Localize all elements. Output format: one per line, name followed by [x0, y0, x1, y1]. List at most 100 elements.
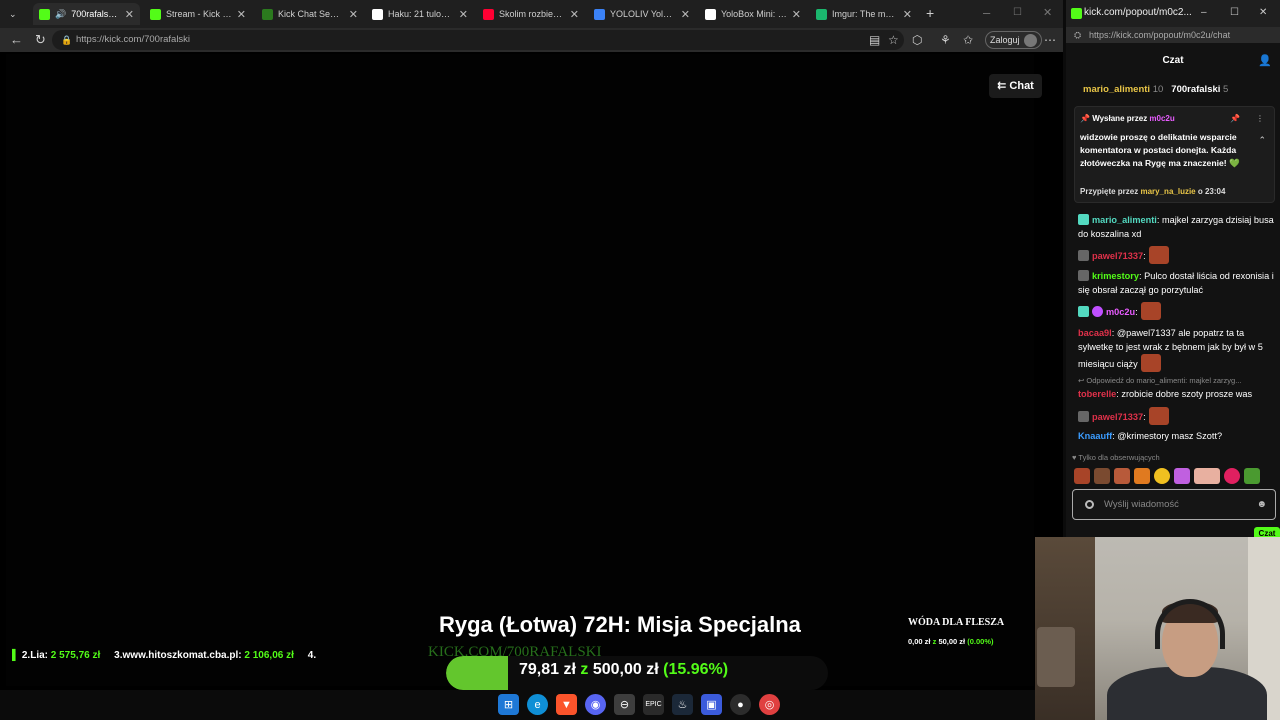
- leader-amount: 2 575,76 zł: [50, 650, 101, 661]
- app-icon[interactable]: ▣: [701, 694, 722, 715]
- tab-yolobox-mini[interactable]: YoloBox Mini: Portab ✕: [699, 3, 807, 25]
- chat-message-input[interactable]: Wyślij wiadomość ☻: [1072, 489, 1276, 520]
- tab-list-icon[interactable]: ⌄: [9, 6, 17, 22]
- reload-icon[interactable]: ↻: [35, 32, 46, 48]
- kick-favicon-icon: [262, 8, 273, 20]
- more-menu-icon[interactable]: ⋯: [1044, 33, 1056, 47]
- url-field[interactable]: 🔒 https://kick.com/700rafalski: [52, 30, 904, 50]
- steam-icon[interactable]: ♨: [672, 694, 693, 715]
- reply-context[interactable]: ↩ Odpowiedź do mario_alimenti: majkel za…: [1078, 376, 1276, 385]
- favorites-bar-icon[interactable]: ✩: [963, 33, 973, 47]
- site-info-icon[interactable]: 🔒: [61, 30, 72, 50]
- leader-amount: 2 106,06 zł: [244, 650, 294, 661]
- chrome-icon[interactable]: ◎: [759, 694, 780, 715]
- tab-imgur[interactable]: Imgur: The magic of ✕: [810, 3, 918, 25]
- moderator-badge-icon: [1078, 270, 1089, 281]
- pinned-header: 📌 Wysłane przez m0c2u: [1080, 114, 1175, 123]
- chat-message: Knaauff: @krimestory masz Szott?: [1078, 431, 1223, 441]
- pin-icon: 📌: [1080, 114, 1090, 123]
- chat-url-field[interactable]: ⛭ https://kick.com/popout/m0c2u/chat: [1066, 27, 1280, 43]
- emote-icon[interactable]: [1094, 468, 1110, 484]
- brave-icon[interactable]: ▼: [556, 694, 577, 715]
- emote-icon[interactable]: [1074, 468, 1090, 484]
- kick-favicon-icon: [39, 8, 50, 20]
- close-window-icon[interactable]: ✕: [1043, 5, 1052, 21]
- leader-rank: 3.: [114, 650, 123, 661]
- secondary-goal-progress: 0,00 zł z 50,00 zł (0.00%): [908, 637, 994, 646]
- more-options-icon[interactable]: ⋮: [1256, 114, 1264, 123]
- maximize-icon[interactable]: ☐: [1013, 5, 1022, 21]
- edge-icon[interactable]: e: [527, 694, 548, 715]
- subscriber-badge-icon: [1078, 306, 1089, 317]
- tab-kick-dashboard[interactable]: Stream - Kick Dashboard ✕: [144, 3, 252, 25]
- site-info-icon[interactable]: ⛭: [1074, 27, 1081, 43]
- top-gifters: mario_alimenti 10 700rafalski 5: [1083, 84, 1229, 95]
- kick-favicon-icon: [1071, 8, 1082, 19]
- youtube-favicon-icon: [483, 8, 494, 20]
- tab-haku[interactable]: Haku: 21 tulosta haku ✕: [366, 3, 474, 25]
- user-settings-icon[interactable]: 👤: [1258, 50, 1272, 72]
- app-icon[interactable]: ⊖: [614, 694, 635, 715]
- emote-icon[interactable]: [1174, 468, 1190, 484]
- tab-kick-chat-search[interactable]: Kick Chat Search ✕: [256, 3, 364, 25]
- stream-overlay-title: Ryga (Łotwa) 72H: Misja Specjalna: [439, 612, 801, 637]
- emoji-picker-icon[interactable]: ☻: [1256, 490, 1267, 519]
- chat-identity-icon[interactable]: [1085, 500, 1094, 509]
- donation-goal-text: 79,81 zł z 500,00 zł (15.96%): [519, 661, 729, 678]
- emote-icon[interactable]: [1114, 468, 1130, 484]
- emote-icon: [1148, 407, 1169, 425]
- emote-icon: [1140, 302, 1161, 320]
- chat-message: krimestory: Pulco dostał liścia od rexon…: [1078, 270, 1274, 295]
- chat-message: pawel71337:: [1078, 246, 1276, 264]
- windows-start-icon[interactable]: ⊞: [498, 694, 519, 715]
- collections-icon[interactable]: ⚘: [940, 33, 951, 47]
- epic-games-icon[interactable]: EPIC: [643, 694, 664, 715]
- taskbar: ⊞ e ▼ ◉ ⊖ EPIC ♨ ▣ ● ◎: [498, 694, 780, 716]
- close-tab-icon[interactable]: ✕: [237, 8, 246, 21]
- close-tab-icon[interactable]: ✕: [349, 8, 358, 21]
- video-player[interactable]: [6, 54, 1034, 686]
- back-icon[interactable]: ←: [10, 32, 23, 48]
- favorite-star-icon[interactable]: ☆: [888, 33, 899, 47]
- discord-icon[interactable]: ◉: [585, 694, 606, 715]
- tab-strip: ⌄ 🔊 700rafalski Stream ✕ Stream - Kick D…: [0, 0, 1063, 28]
- secondary-goal-title: WÓDA DLA FLESZA: [908, 617, 1005, 628]
- leader-rank: 4.: [307, 650, 317, 661]
- reader-mode-icon[interactable]: ▤: [869, 33, 880, 47]
- login-button[interactable]: Zaloguj: [985, 31, 1042, 49]
- chat-message: toberelle: zrobicie dobre szoty prosze w…: [1078, 389, 1253, 399]
- emote-icon[interactable]: [1244, 468, 1260, 484]
- minimize-icon[interactable]: –: [1201, 7, 1207, 19]
- chat-expand-icon: ⇇: [997, 80, 1010, 92]
- pinned-text: widzowie proszę o delikatnie wsparcie ko…: [1080, 132, 1240, 168]
- close-window-icon[interactable]: ✕: [1259, 7, 1267, 19]
- close-tab-icon[interactable]: ✕: [459, 8, 468, 21]
- emote-icon[interactable]: [1194, 468, 1220, 484]
- show-chat-button[interactable]: ⇇ Chat: [989, 74, 1042, 98]
- close-tab-icon[interactable]: ✕: [792, 8, 801, 21]
- emote-icon[interactable]: [1154, 468, 1170, 484]
- extensions-icon[interactable]: ⬡: [912, 33, 922, 47]
- close-tab-icon[interactable]: ✕: [570, 8, 579, 21]
- mic-badge-icon: [1092, 306, 1103, 317]
- emote-icon[interactable]: [1134, 468, 1150, 484]
- close-tab-icon[interactable]: ✕: [903, 8, 912, 21]
- new-tab-icon[interactable]: +: [926, 5, 934, 21]
- tab-yololiv[interactable]: YOLOLIV YoloBox M ✕: [588, 3, 696, 25]
- minimize-icon[interactable]: –: [983, 5, 990, 21]
- leader-name: Lia: [30, 650, 45, 661]
- close-tab-icon[interactable]: ✕: [681, 8, 690, 21]
- yolobox-favicon-icon: [705, 8, 716, 20]
- unpin-icon[interactable]: 📌: [1230, 114, 1240, 123]
- close-tab-icon[interactable]: ✕: [125, 8, 134, 21]
- pinned-message: 📌 Wysłane przez m0c2u 📌 ⋮ ⌃ widzowie pro…: [1074, 106, 1275, 203]
- emote-icon[interactable]: [1224, 468, 1240, 484]
- haku-favicon-icon: [372, 8, 383, 20]
- tab-700rafalski[interactable]: 🔊 700rafalski Stream ✕: [33, 3, 140, 25]
- obs-icon[interactable]: ●: [730, 694, 751, 715]
- maximize-icon[interactable]: ☐: [1230, 7, 1239, 19]
- webcam-overlay: [1035, 537, 1280, 720]
- collapse-icon[interactable]: ⌃: [1258, 135, 1266, 146]
- tab-youtube[interactable]: Skolim rozbie*a Blan ✕: [477, 3, 585, 25]
- chat-message: pawel71337:: [1078, 407, 1276, 425]
